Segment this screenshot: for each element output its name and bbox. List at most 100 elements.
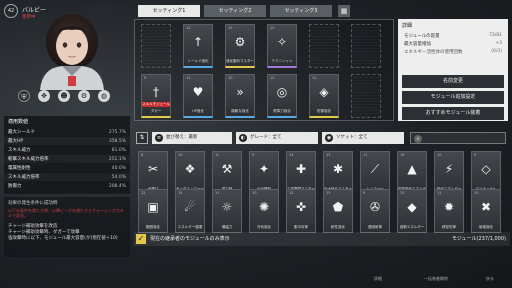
module-icon: ◆ <box>407 200 417 214</box>
crosshair-icon[interactable]: ✥ <box>38 90 50 102</box>
module-cost: 12 <box>312 76 317 80</box>
module-card[interactable]: 15 ◆ 強靭エネルギー <box>397 189 427 233</box>
module-card[interactable]: 12 ▣ 範囲強化 <box>138 189 168 233</box>
search-icon: ⌕ <box>414 135 422 143</box>
module-cost: 9 <box>144 76 147 80</box>
hint-unequip-all[interactable]: 一括装着解除 <box>424 276 448 282</box>
person-icon[interactable]: ☻ <box>58 90 70 102</box>
module-icon: ✚ <box>295 162 307 176</box>
module-name: エネルギー循環 <box>177 225 203 229</box>
module-extra-settings-button[interactable]: モジュール追加設定 <box>402 91 504 104</box>
globe-icon[interactable]: ◍ <box>98 90 110 102</box>
module-icon: † <box>153 85 159 99</box>
recommended-modules-button[interactable]: おすすめモジュール装着 <box>402 107 504 120</box>
module-name: 機敏な強化 <box>231 109 249 113</box>
stat-value: 208.4% <box>108 183 126 189</box>
stat-row: 防御力 208.4% <box>4 182 130 190</box>
module-card[interactable]: 10 ✖ 破壊強化 <box>471 189 501 233</box>
module-card[interactable]: 13 ⬟ 耐性強化 <box>323 189 353 233</box>
module-card[interactable]: 12 ✜ 集中攻撃 <box>286 189 316 233</box>
module-name: 範囲強化 <box>146 225 160 229</box>
module-icon: ☄ <box>184 200 196 214</box>
module-card[interactable]: 10 ✧ テクニシャン <box>267 24 297 68</box>
hint-back[interactable]: 戻る <box>486 276 494 282</box>
empty-module-slot[interactable] <box>309 24 339 68</box>
module-card[interactable]: 15 ⚙ 強化集約マスター <box>225 24 255 68</box>
module-cost: 13 <box>326 153 331 157</box>
stat-value: 40.0% <box>111 165 126 171</box>
module-card[interactable]: 12 ◎ 照準力強化 <box>267 74 297 118</box>
tab-setting-3[interactable]: セッティング3 <box>270 5 332 17</box>
empty-module-slot[interactable] <box>351 74 381 118</box>
tab-setting-2[interactable]: セッティング2 <box>204 5 266 17</box>
module-cost: 10 <box>178 153 183 157</box>
module-name: 強靭エネルギー <box>399 225 425 229</box>
module-cost: 10 <box>437 153 442 157</box>
module-card[interactable]: 9 † スキルモジュール ダガー <box>141 74 171 118</box>
sort-order-icon[interactable]: ⇅ <box>136 132 148 144</box>
module-cost: 9 <box>252 153 255 157</box>
module-icon: ✱ <box>332 162 344 176</box>
rename-button[interactable]: 名前変更 <box>402 75 504 88</box>
energy-label: エネルギー活性体の使用回数 <box>404 50 463 55</box>
sort-label: 並び替え：最新 <box>166 135 198 140</box>
current-only-checkbox[interactable]: ✓ <box>136 234 146 244</box>
module-count: モジュール(237/1,000) <box>451 236 506 242</box>
gear-icon[interactable]: ⚙ <box>78 90 90 102</box>
empty-module-slot[interactable] <box>141 24 171 68</box>
grid-view-icon[interactable]: ▦ <box>338 5 350 17</box>
stat-value: 358.5% <box>108 138 126 144</box>
module-card[interactable]: 12 ◈ 防御強化 <box>309 74 339 118</box>
module-icon: ✖ <box>480 200 492 214</box>
module-name: 冷気強化 <box>257 225 271 229</box>
module-name: 強化集約マスター <box>226 59 254 63</box>
stat-row: 最大HP 358.5% <box>4 137 130 145</box>
search-input[interactable]: ⌕ <box>410 132 506 144</box>
effect-condition: 以下の条件を満たす時、以降ビーグを満たすとチャージングスキルで変化。 <box>8 208 124 218</box>
stat-label: 防御力 <box>8 184 22 189</box>
module-cost: 14 <box>289 153 294 157</box>
module-name: 精密攻撃 <box>442 225 456 229</box>
module-icon: ▣ <box>147 200 159 214</box>
grade-dropdown[interactable]: ◐ グレード：全て <box>236 132 318 144</box>
module-card[interactable]: 11 ✹ 精密攻撃 <box>434 189 464 233</box>
module-icon: ⚡ <box>444 162 454 176</box>
socket-dropdown[interactable]: ◉ ソケット：全て <box>322 132 404 144</box>
module-cost: 11 <box>363 153 368 157</box>
effect-description-panel: 効果の発生条件に成功時 以下の条件を満たす時、以降ビーグを満たすとチャージングス… <box>4 197 130 257</box>
tab-setting-1[interactable]: セッティング1 <box>138 5 200 17</box>
module-main-panel: セッティング1 セッティング2 セッティング3 ▦ 12 ↑ シールド強化 15 ⚙ 強化… <box>134 2 510 286</box>
module-card[interactable]: 10 » 機敏な強化 <box>225 74 255 118</box>
module-cost: 12 <box>141 191 146 195</box>
module-cost: 11 <box>215 191 220 195</box>
capacity-label: モジュールの容量 <box>404 34 440 39</box>
module-name: ダガー <box>150 109 162 113</box>
module-icon: ♥ <box>192 85 204 99</box>
module-card[interactable]: 9 ✇ 連続射撃 <box>360 189 390 233</box>
stat-value: 275.7% <box>108 129 126 135</box>
stats-title: 適用数値 <box>8 119 29 125</box>
module-cost: 10 <box>252 191 257 195</box>
module-card[interactable]: 10 ✺ 冷気強化 <box>249 189 279 233</box>
shield-icon[interactable]: ⛨ <box>18 90 30 102</box>
module-card[interactable]: 11 ☼ 増幅力 <box>212 189 242 233</box>
sort-dropdown[interactable]: ≡ 並び替え：最新 <box>152 132 232 144</box>
module-name: HP強化 <box>192 109 204 113</box>
empty-module-slot[interactable] <box>351 24 381 68</box>
module-icon: ▲ <box>407 162 417 176</box>
stat-row: スキル威力倍率 54.0% <box>4 173 130 181</box>
module-cost: 12 <box>270 76 275 80</box>
stat-label: 斬撃スキル威力倍率 <box>8 157 49 162</box>
character-level: 42 <box>4 4 18 18</box>
module-card[interactable]: 12 ↑ シールド強化 <box>183 24 213 68</box>
module-cost: 12 <box>186 26 191 30</box>
hint-detail[interactable]: 詳細 <box>374 276 382 282</box>
sort-icon: ≡ <box>155 134 163 142</box>
module-cost: 15 <box>228 26 233 30</box>
module-cost: 8 <box>141 153 144 157</box>
module-card[interactable]: 11 ♥ HP強化 <box>183 74 213 118</box>
module-icon: ✧ <box>276 35 288 49</box>
module-icon: ✂ <box>147 162 159 176</box>
module-card[interactable]: 14 ☄ エネルギー循環 <box>175 189 205 233</box>
equipped-modules: 12 ↑ シールド強化 15 ⚙ 強化集約マスター 10 ✧ テクニシャン 9 † スキルモジュールダ… <box>134 19 394 121</box>
